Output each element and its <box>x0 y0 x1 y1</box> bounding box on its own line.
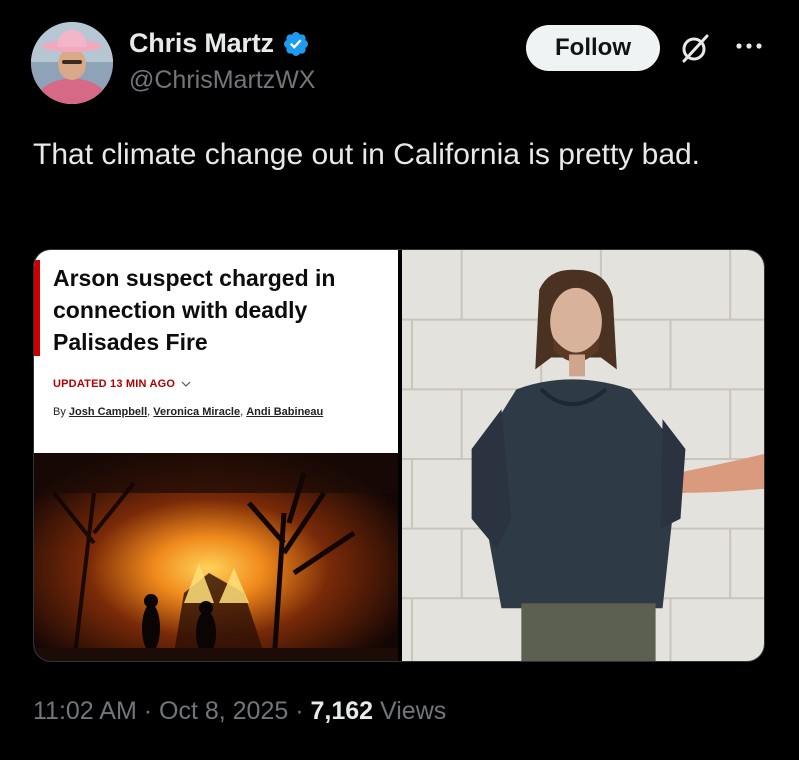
more-icon[interactable] <box>732 34 766 58</box>
meta-separator: · <box>295 697 304 725</box>
tweet-time[interactable]: 11:02 AM <box>33 697 137 725</box>
headline-accent-bar <box>34 260 40 356</box>
verified-badge-icon[interactable] <box>282 30 310 58</box>
byline-prefix: By <box>53 406 66 418</box>
suspect-photo <box>402 250 764 661</box>
author-name-row: Chris Martz <box>129 28 310 59</box>
tweet-media[interactable]: Arson suspect charged in connection with… <box>33 249 765 662</box>
views-label: Views <box>380 697 447 725</box>
avatar-image <box>31 22 113 104</box>
article-header: Arson suspect charged in connection with… <box>34 250 398 453</box>
byline-author: Andi Babineau <box>246 406 324 418</box>
media-image-article[interactable]: Arson suspect charged in connection with… <box>34 250 398 661</box>
grok-icon[interactable] <box>678 31 712 65</box>
fire-photo <box>34 453 398 661</box>
media-image-suspect[interactable] <box>402 250 764 661</box>
article-updated: UPDATED 13 MIN AGO <box>53 378 191 390</box>
article-byline: By Josh Campbell, Veronica Miracle, Andi… <box>53 406 324 418</box>
article-headline: Arson suspect charged in connection with… <box>53 265 336 355</box>
tweet-text: That climate change out in California is… <box>33 138 701 171</box>
avatar[interactable] <box>31 22 113 104</box>
follow-button[interactable]: Follow <box>526 25 660 71</box>
tweet-date[interactable]: Oct 8, 2025 <box>159 697 288 725</box>
byline-author: Veronica Miracle <box>153 406 241 418</box>
views-count: 7,162 <box>310 697 374 725</box>
byline-author: Josh Campbell <box>68 406 148 418</box>
handle[interactable]: @ChrisMartzWX <box>129 66 316 95</box>
tweet-meta: 11:02 AM · Oct 8, 2025 · 7,162 Views <box>33 697 446 726</box>
article-updated-text: UPDATED 13 MIN AGO <box>53 378 176 390</box>
display-name[interactable]: Chris Martz <box>129 28 274 59</box>
meta-separator: · <box>143 697 153 725</box>
chevron-down-icon <box>181 381 191 387</box>
